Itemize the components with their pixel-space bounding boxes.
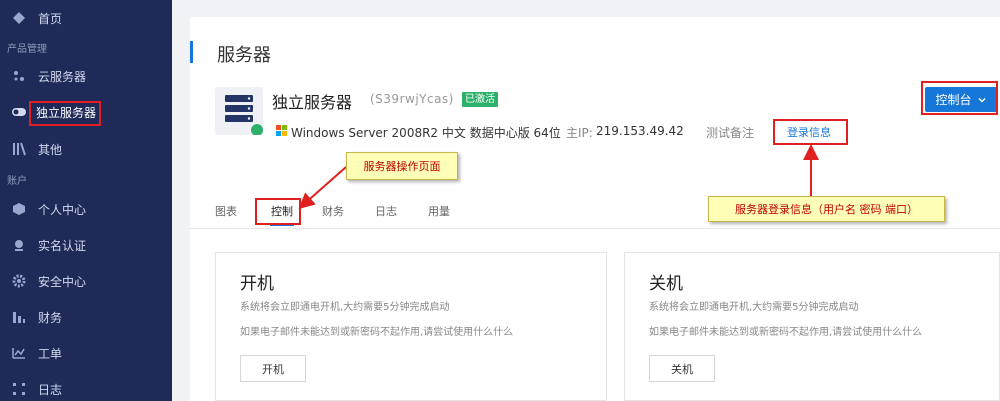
sidebar-item-finance[interactable]: 财务	[0, 299, 172, 335]
sidebar-item-label: 工单	[38, 346, 63, 361]
sidebar-section-account: 账户	[7, 176, 27, 187]
page-title-accent	[190, 41, 193, 63]
toggle-icon	[12, 108, 26, 116]
cube-icon	[13, 203, 25, 215]
sidebar-item-label: 其他	[38, 142, 63, 157]
card-title: 开机	[240, 274, 274, 294]
sidebar-item-tickets[interactable]: 工单	[0, 335, 172, 371]
sidebar: 首页 产品管理 云服务器 独立服务器 其他 账户 个人中心 实名认证 安全中心 …	[0, 0, 172, 401]
tab-finance[interactable]: 财务	[322, 203, 344, 219]
ip-value: 219.153.49.42	[596, 124, 684, 138]
card-description: 系统将会立即通电开机,大约需要5分钟完成启动	[649, 302, 859, 313]
tab-usage[interactable]: 用量	[428, 203, 450, 219]
card-description: 系统将会立即通电开机,大约需要5分钟完成启动	[240, 302, 450, 313]
os-name: Windows Server 2008R2 中文 数据中心版 64位	[291, 126, 561, 140]
sidebar-item-label: 财务	[38, 310, 63, 325]
pulse-icon	[12, 348, 25, 359]
server-id: (S39rwjYcas)	[370, 92, 454, 106]
badge-icon	[15, 240, 23, 251]
server-icon-box	[215, 87, 263, 136]
server-remark: 测试备注	[706, 126, 755, 140]
sidebar-item-profile[interactable]: 个人中心	[0, 191, 172, 227]
card-title: 关机	[649, 274, 683, 294]
card-note: 如果电子邮件未能达到或新密码不起作用,请尝试使用什么什么	[649, 327, 923, 338]
power-off-card: 关机 系统将会立即通电开机,大约需要5分钟完成启动 如果电子邮件未能达到或新密码…	[624, 252, 1000, 401]
sidebar-item-other[interactable]: 其他	[0, 131, 172, 167]
sidebar-item-cloud-server[interactable]: 云服务器	[0, 58, 172, 94]
bars-icon	[13, 142, 26, 156]
windows-icon	[276, 125, 287, 136]
sidebar-item-logs[interactable]: 日志	[0, 371, 172, 401]
annotation-box-dedicated-server	[29, 101, 101, 126]
sidebar-item-home[interactable]: 首页	[0, 0, 172, 36]
power-on-card: 开机 系统将会立即通电开机,大约需要5分钟完成启动 如果电子邮件未能达到或新密码…	[215, 252, 607, 401]
page-title: 服务器	[217, 45, 271, 66]
sidebar-item-security[interactable]: 安全中心	[0, 263, 172, 299]
chart-bars-icon	[13, 312, 25, 323]
server-name: 独立服务器	[272, 93, 353, 112]
annotation-box-console	[921, 81, 998, 115]
grid-icon	[13, 383, 25, 395]
power-on-button[interactable]: 开机	[240, 355, 306, 382]
power-off-button[interactable]: 关机	[649, 355, 715, 382]
sidebar-item-verification[interactable]: 实名认证	[0, 227, 172, 263]
sidebar-item-label: 云服务器	[38, 69, 87, 84]
annotation-callout-login: 服务器登录信息（用户名 密码 端口）	[708, 196, 945, 222]
sidebar-item-label: 首页	[38, 11, 63, 26]
tab-logs[interactable]: 日志	[375, 203, 397, 219]
sidebar-item-label: 日志	[38, 382, 63, 397]
server-icon	[225, 95, 263, 136]
tab-charts[interactable]: 图表	[215, 203, 237, 219]
tabs-divider	[190, 228, 1000, 229]
ip-label: 主IP:	[566, 126, 593, 140]
sidebar-item-label: 实名认证	[38, 238, 87, 253]
card-note: 如果电子邮件未能达到或新密码不起作用,请尝试使用什么什么	[240, 327, 514, 338]
cloud-server-icon	[14, 71, 24, 81]
annotation-box-control-tab	[255, 198, 301, 225]
diamond-icon	[13, 12, 25, 24]
gear-icon	[12, 274, 26, 288]
sidebar-item-label: 安全中心	[38, 274, 87, 289]
annotation-callout-page: 服务器操作页面	[346, 152, 458, 180]
sidebar-section-products: 产品管理	[7, 44, 47, 55]
annotation-box-login-info	[773, 119, 848, 145]
sidebar-item-label: 个人中心	[38, 202, 87, 217]
status-badge: 已激活	[462, 92, 498, 107]
